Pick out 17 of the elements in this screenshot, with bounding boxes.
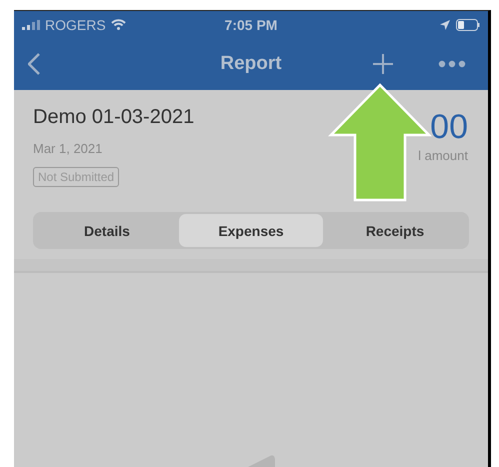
back-button[interactable] <box>28 53 40 75</box>
total-amount: 00 <box>430 110 468 144</box>
battery-icon <box>456 18 480 30</box>
amount-label: l amount <box>418 148 468 163</box>
more-button[interactable] <box>438 60 466 68</box>
clock-time: 7:05 PM <box>224 16 278 32</box>
wifi-icon <box>110 19 126 30</box>
carrier-name: ROGERS <box>45 16 106 32</box>
tab[interactable]: Details <box>35 214 179 247</box>
report-name: Demo 01-03-2021 <box>33 106 194 129</box>
add-button[interactable] <box>372 53 394 75</box>
location-arrow-icon <box>440 20 450 30</box>
tab[interactable]: Expenses <box>179 214 323 247</box>
signal-icon <box>22 20 40 30</box>
tab[interactable]: Receipts <box>323 214 467 247</box>
screen-title: Report <box>220 53 282 75</box>
report-date: Mar 1, 2021 <box>33 141 102 156</box>
